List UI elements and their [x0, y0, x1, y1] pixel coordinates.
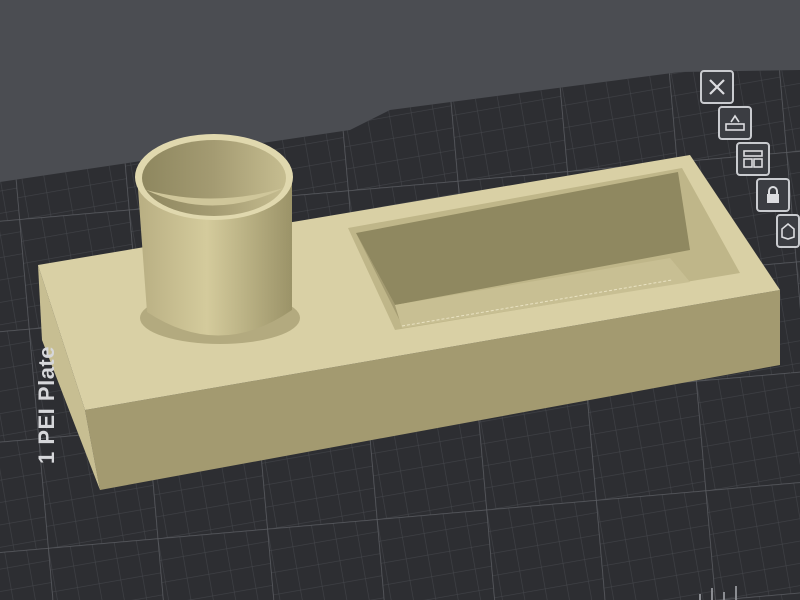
settings-icon — [779, 221, 797, 241]
lock-plate-button[interactable] — [756, 178, 790, 212]
build-plate-scene[interactable] — [0, 0, 800, 600]
auto-orient-button[interactable] — [718, 106, 752, 140]
lock-icon — [763, 185, 783, 205]
auto-orient-icon — [724, 113, 746, 133]
arrange-icon — [742, 149, 764, 169]
3d-viewport[interactable]: 1 PEI Plate — [0, 0, 800, 600]
plate-name-label: 1 PEI Plate — [34, 345, 60, 465]
close-icon — [707, 77, 727, 97]
close-plate-button[interactable] — [700, 70, 734, 104]
plate-settings-button[interactable] — [776, 214, 800, 248]
arrange-button[interactable] — [736, 142, 770, 176]
